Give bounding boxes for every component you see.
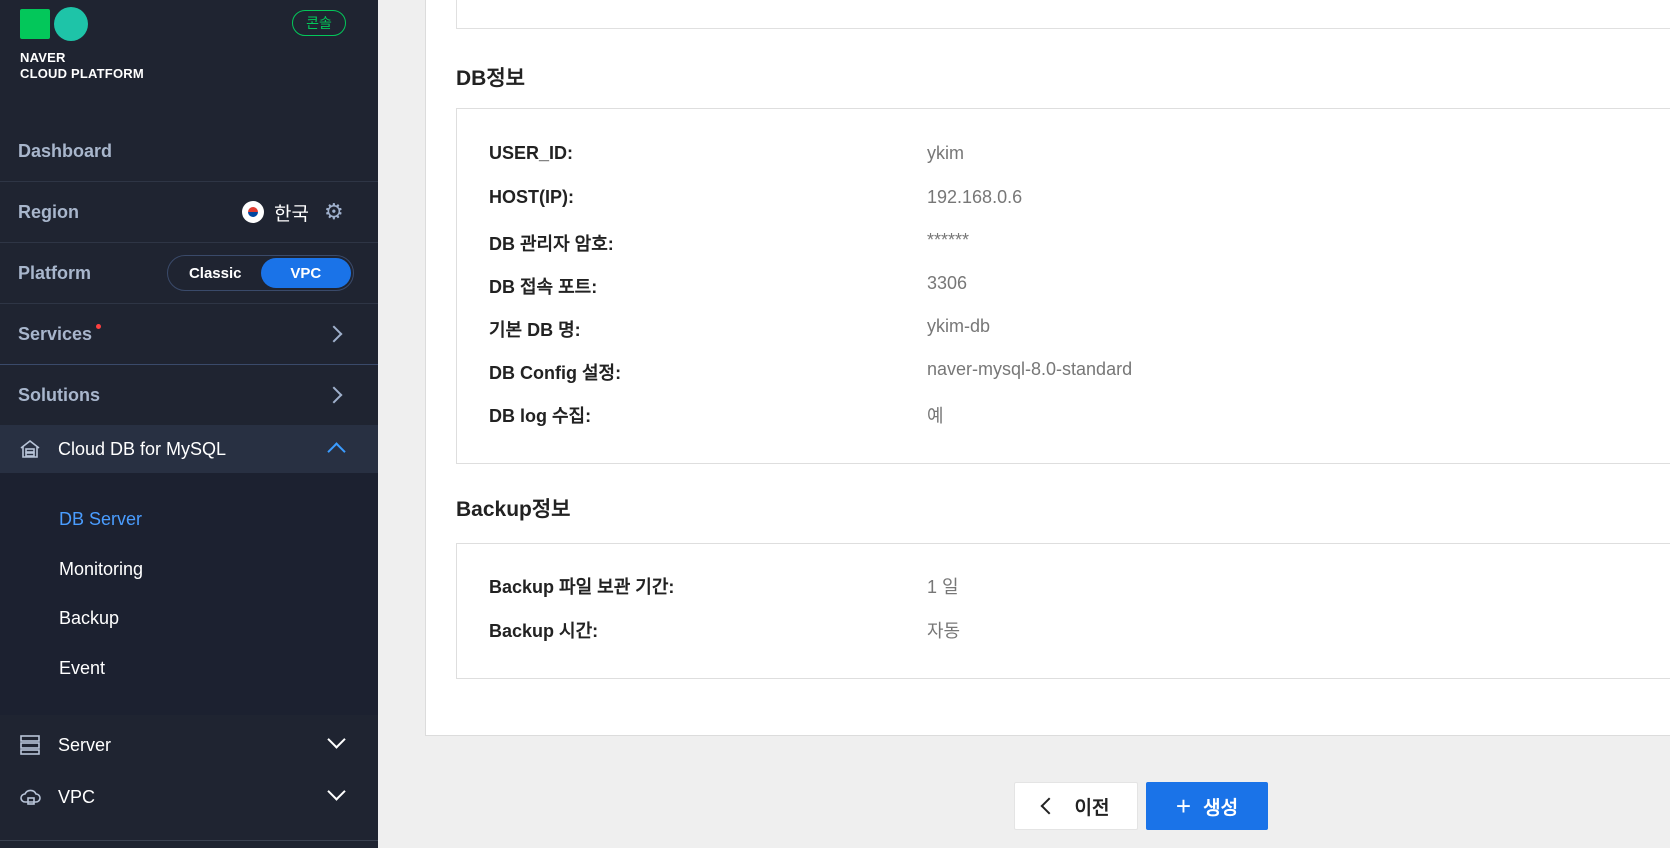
db-info-box bbox=[456, 108, 1670, 464]
platform-option-classic[interactable]: Classic bbox=[170, 258, 261, 288]
db-info-value-host: 192.168.0.6 bbox=[927, 187, 1023, 207]
create-button[interactable]: + 생성 bbox=[1146, 782, 1268, 830]
plus-icon: + bbox=[1175, 791, 1192, 821]
db-info-value-port: 3306 bbox=[927, 273, 968, 293]
backup-label-retention: Backup 파일 보관 기간: bbox=[489, 577, 675, 597]
db-info-value-db-name: ykim-db bbox=[927, 316, 991, 336]
console-badge[interactable]: 콘솔 bbox=[292, 10, 346, 36]
chevron-down-icon bbox=[327, 730, 346, 749]
db-info-label-host: HOST(IP): bbox=[489, 187, 574, 207]
nav-vpc[interactable]: VPC bbox=[0, 771, 378, 823]
db-info-label-db-name: 기본 DB 명: bbox=[489, 320, 581, 340]
region-value: 한국 bbox=[274, 203, 309, 225]
db-info-label-user-id: USER_ID: bbox=[489, 143, 574, 163]
nav-dashboard-label: Dashboard bbox=[18, 140, 113, 161]
nav-region: Region 한국 ⚙ bbox=[0, 182, 378, 243]
db-info-label-config: DB Config 설정: bbox=[489, 363, 622, 383]
backup-label-time: Backup 시간: bbox=[489, 621, 599, 641]
db-info-title: DB정보 bbox=[456, 67, 525, 90]
platform-toggle: Classic VPC bbox=[167, 255, 354, 291]
db-info-label-log: DB log 수집: bbox=[489, 406, 592, 426]
nav-solutions-label: Solutions bbox=[18, 384, 100, 405]
database-cloud-icon bbox=[18, 437, 42, 461]
mysql-subnav: DB Server Monitoring Backup Event bbox=[0, 473, 378, 715]
backup-value-time: 자동 bbox=[927, 621, 961, 641]
backup-info-box bbox=[456, 543, 1670, 679]
chevron-up-icon bbox=[327, 442, 346, 461]
subnav-monitoring[interactable]: Monitoring bbox=[59, 559, 143, 580]
chevron-right-icon bbox=[325, 325, 343, 343]
nav-services[interactable]: Services bbox=[0, 304, 378, 365]
db-info-value-log: 예 bbox=[927, 406, 944, 426]
nav-cloud-db-mysql[interactable]: Cloud DB for MySQL bbox=[0, 425, 378, 473]
korea-flag-icon bbox=[242, 201, 264, 223]
db-info-value-password: ****** bbox=[927, 230, 970, 250]
region-selector[interactable]: 한국 bbox=[242, 199, 309, 226]
sidebar-divider bbox=[0, 840, 378, 841]
nav-region-label: Region bbox=[18, 201, 79, 222]
nav-server[interactable]: Server bbox=[0, 719, 378, 771]
naver-cloud-logo[interactable]: NAVER CLOUD PLATFORM bbox=[20, 7, 144, 82]
nav-vpc-label: VPC bbox=[58, 786, 96, 807]
db-info-label-password: DB 관리자 암호: bbox=[489, 234, 614, 254]
subnav-event[interactable]: Event bbox=[59, 658, 105, 679]
backup-value-retention: 1 일 bbox=[927, 577, 959, 597]
subnav-db-server[interactable]: DB Server bbox=[59, 509, 142, 530]
create-button-label: 생성 bbox=[1203, 797, 1239, 819]
nav-platform-label: Platform bbox=[18, 262, 92, 283]
logo-line1: NAVER bbox=[20, 50, 66, 65]
server-icon bbox=[18, 733, 42, 757]
db-info-label-port: DB 접속 포트: bbox=[489, 277, 598, 297]
chevron-right-icon bbox=[325, 386, 343, 404]
prev-button-label: 이전 bbox=[1074, 797, 1110, 819]
nav-server-label: Server bbox=[58, 734, 112, 755]
previous-section-box bbox=[456, 0, 1670, 29]
backup-info-title: Backup정보 bbox=[456, 498, 571, 521]
notification-dot-icon bbox=[96, 323, 102, 329]
nav-services-label: Services bbox=[18, 323, 93, 344]
platform-option-vpc[interactable]: VPC bbox=[260, 258, 351, 288]
logo-mark-icon bbox=[20, 7, 144, 41]
sidebar: NAVER CLOUD PLATFORM 콘솔 Dashboard Region… bbox=[0, 0, 378, 848]
gear-icon[interactable]: ⚙ bbox=[324, 199, 344, 225]
cloud-lock-icon bbox=[18, 785, 42, 809]
chevron-down-icon bbox=[327, 782, 346, 801]
nav-dashboard[interactable]: Dashboard bbox=[0, 121, 378, 182]
subnav-backup[interactable]: Backup bbox=[59, 608, 119, 629]
prev-button[interactable]: 이전 bbox=[1014, 782, 1138, 830]
db-info-value-config: naver-mysql-8.0-standard bbox=[927, 359, 1133, 379]
nav-cloud-db-mysql-label: Cloud DB for MySQL bbox=[58, 438, 227, 459]
logo-line2: CLOUD PLATFORM bbox=[20, 66, 144, 81]
db-info-value-user-id: ykim bbox=[927, 143, 964, 163]
nav-platform: Platform Classic VPC bbox=[0, 243, 378, 304]
nav-solutions[interactable]: Solutions bbox=[0, 365, 378, 425]
chevron-left-icon bbox=[1040, 797, 1058, 815]
